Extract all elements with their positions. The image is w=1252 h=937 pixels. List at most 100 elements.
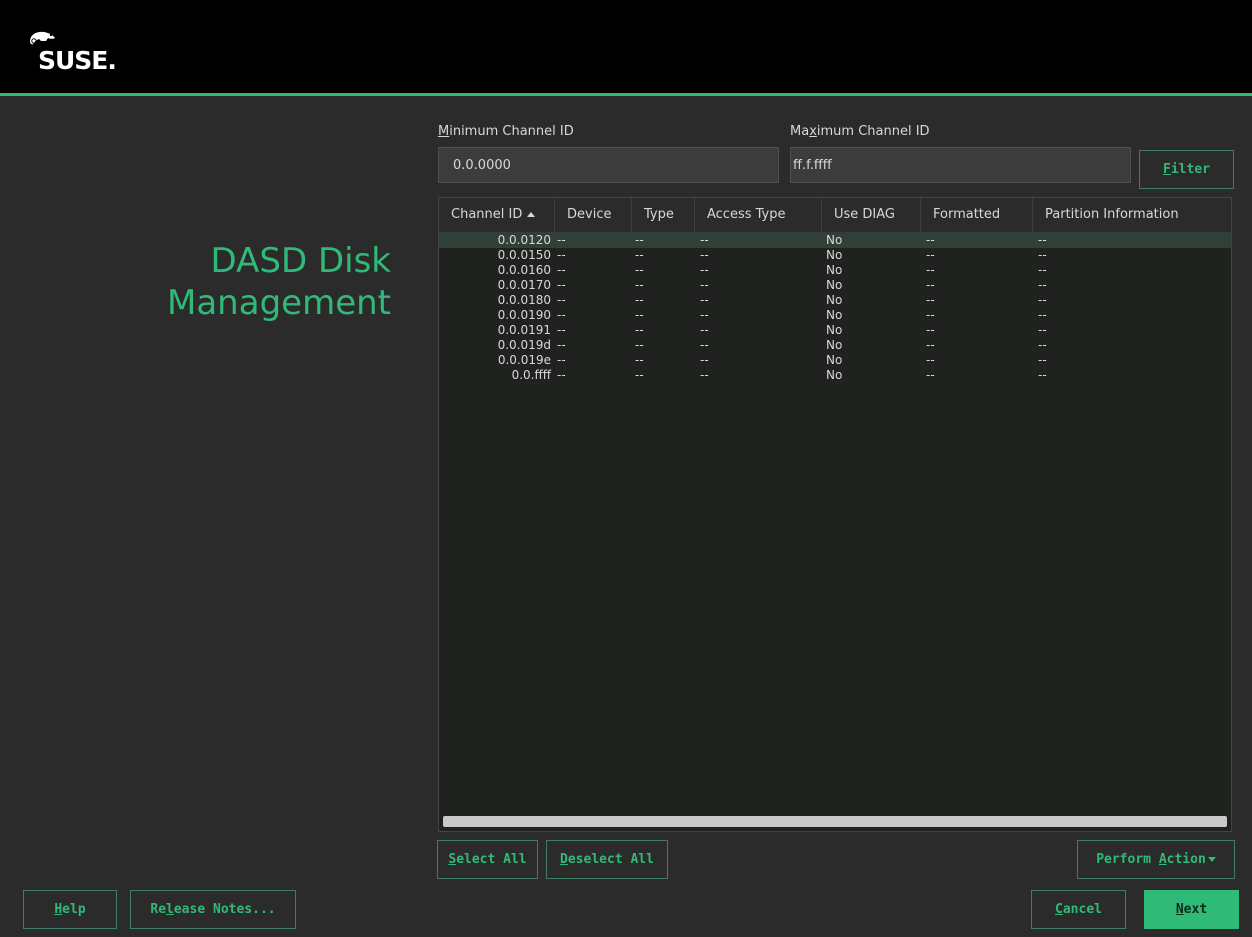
cell-partition-information: -- xyxy=(1038,278,1047,292)
table-body: 0.0.0120 -- -- -- No -- -- 0.0.0150 -- -- -- No -- --… xyxy=(439,233,1231,383)
next-key: N xyxy=(1175,902,1184,917)
cell-access-type: -- xyxy=(700,278,709,292)
select-all-key: S xyxy=(448,852,457,867)
table-row[interactable]: 0.0.0160 -- -- -- No -- -- xyxy=(439,263,1231,278)
column-header-formatted[interactable]: Formatted xyxy=(921,198,1033,232)
cell-type: -- xyxy=(635,308,644,322)
cell-partition-information: -- xyxy=(1038,353,1047,367)
max-channel-label-pre: Ma xyxy=(790,124,810,139)
cell-type: -- xyxy=(635,293,644,307)
filter-button[interactable]: Filter xyxy=(1139,150,1234,189)
cell-partition-information: -- xyxy=(1038,263,1047,277)
cell-partition-information: -- xyxy=(1038,368,1047,382)
select-all-label: elect All xyxy=(456,852,527,867)
cell-use-diag: No xyxy=(826,308,843,322)
table-row[interactable]: 0.0.0150 -- -- -- No -- -- xyxy=(439,248,1231,263)
cell-type: -- xyxy=(635,338,644,352)
perform-action-button[interactable]: Perform Action xyxy=(1077,840,1235,879)
cell-partition-information: -- xyxy=(1038,248,1047,262)
perform-action-label-pre: Perform xyxy=(1096,852,1159,867)
dropdown-arrow-icon xyxy=(1207,857,1216,862)
next-button[interactable]: Next xyxy=(1144,890,1239,929)
select-all-button[interactable]: Select All xyxy=(437,840,538,879)
cell-access-type: -- xyxy=(700,353,709,367)
cell-type: -- xyxy=(635,233,644,247)
cancel-label: ancel xyxy=(1062,902,1102,917)
cell-partition-information: -- xyxy=(1038,323,1047,337)
cell-use-diag: No xyxy=(826,368,843,382)
table-row[interactable]: 0.0.019d -- -- -- No -- -- xyxy=(439,338,1231,353)
column-header-device[interactable]: Device xyxy=(555,198,632,232)
column-header-partition-information[interactable]: Partition Information xyxy=(1033,198,1231,232)
table-row[interactable]: 0.0.0190 -- -- -- No -- -- xyxy=(439,308,1231,323)
cell-formatted: -- xyxy=(926,233,935,247)
release-notes-key: l xyxy=(166,902,174,917)
column-header-label: Use DIAG xyxy=(834,207,896,222)
cell-channel-id: 0.0.ffff xyxy=(511,368,551,382)
page-title-line1: DASD Disk xyxy=(210,241,391,281)
cell-device: -- xyxy=(557,248,566,262)
max-channel-label: Maximum Channel ID xyxy=(790,124,930,139)
filter-button-label: ilter xyxy=(1170,162,1210,177)
min-channel-input[interactable] xyxy=(438,147,779,183)
help-button[interactable]: Help xyxy=(23,890,117,929)
cancel-button[interactable]: Cancel xyxy=(1031,890,1126,929)
column-header-use-diag[interactable]: Use DIAG xyxy=(822,198,921,232)
table-row[interactable]: 0.0.0180 -- -- -- No -- -- xyxy=(439,293,1231,308)
deselect-all-button[interactable]: Deselect All xyxy=(546,840,668,879)
cell-type: -- xyxy=(635,248,644,262)
column-header-label: Formatted xyxy=(933,207,1001,222)
column-header-type[interactable]: Type xyxy=(632,198,695,232)
table-row[interactable]: 0.0.ffff -- -- -- No -- -- xyxy=(439,368,1231,383)
cell-use-diag: No xyxy=(826,248,843,262)
cell-partition-information: -- xyxy=(1038,338,1047,352)
help-key: H xyxy=(54,902,63,917)
cell-access-type: -- xyxy=(700,233,709,247)
table-row[interactable]: 0.0.019e -- -- -- No -- -- xyxy=(439,353,1231,368)
cell-use-diag: No xyxy=(826,263,843,277)
dasd-table[interactable]: Channel ID Device Type Access Type Use D… xyxy=(438,197,1232,832)
cell-device: -- xyxy=(557,293,566,307)
column-header-label: Partition Information xyxy=(1045,207,1179,222)
cell-use-diag: No xyxy=(826,323,843,337)
perform-action-label-post: ction xyxy=(1166,852,1206,867)
cell-formatted: -- xyxy=(926,248,935,262)
release-notes-label-post: ease Notes... xyxy=(173,902,276,917)
cell-channel-id: 0.0.0190 xyxy=(497,308,551,322)
cell-access-type: -- xyxy=(700,248,709,262)
cell-channel-id: 0.0.0180 xyxy=(497,293,551,307)
cell-device: -- xyxy=(557,233,566,247)
perform-action-key: A xyxy=(1158,852,1167,867)
cell-device: -- xyxy=(557,368,566,382)
cell-formatted: -- xyxy=(926,368,935,382)
cell-use-diag: No xyxy=(826,338,843,352)
cell-type: -- xyxy=(635,368,644,382)
cell-channel-id: 0.0.0191 xyxy=(497,323,551,337)
cell-access-type: -- xyxy=(700,293,709,307)
cell-channel-id: 0.0.0120 xyxy=(497,233,551,247)
horizontal-scrollbar[interactable] xyxy=(443,816,1227,827)
filter-button-key: F xyxy=(1163,162,1171,177)
cell-type: -- xyxy=(635,278,644,292)
release-notes-button[interactable]: Release Notes... xyxy=(130,890,296,929)
cell-channel-id: 0.0.0150 xyxy=(497,248,551,262)
cell-use-diag: No xyxy=(826,278,843,292)
max-channel-label-key: x xyxy=(809,124,817,139)
cell-access-type: -- xyxy=(700,308,709,322)
page-title-line2: Management xyxy=(167,283,391,323)
cell-formatted: -- xyxy=(926,323,935,337)
cell-access-type: -- xyxy=(700,323,709,337)
cell-channel-id: 0.0.0170 xyxy=(497,278,551,292)
cell-formatted: -- xyxy=(926,353,935,367)
cell-use-diag: No xyxy=(826,353,843,367)
cell-device: -- xyxy=(557,353,566,367)
column-header-label: Channel ID xyxy=(451,207,523,222)
table-row[interactable]: 0.0.0170 -- -- -- No -- -- xyxy=(439,278,1231,293)
column-header-access-type[interactable]: Access Type xyxy=(695,198,822,232)
table-row[interactable]: 0.0.0120 -- -- -- No -- -- xyxy=(439,233,1231,248)
column-header-channel-id[interactable]: Channel ID xyxy=(439,198,555,232)
table-row[interactable]: 0.0.0191 -- -- -- No -- -- xyxy=(439,323,1231,338)
sort-ascending-icon xyxy=(527,212,536,217)
table-header: Channel ID Device Type Access Type Use D… xyxy=(439,198,1231,233)
max-channel-input[interactable] xyxy=(790,147,1131,183)
